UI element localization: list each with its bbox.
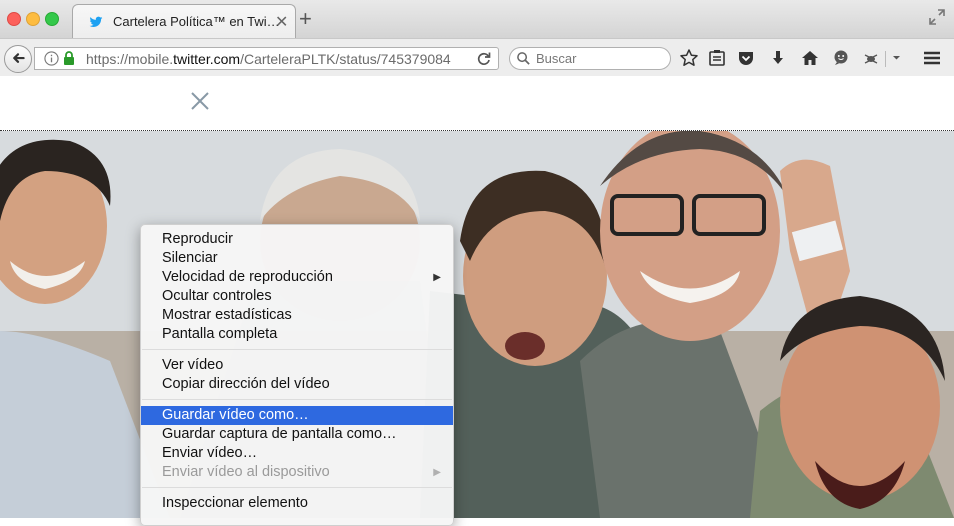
menu-item-play[interactable]: Reproducir — [141, 230, 453, 249]
menu-separator — [142, 399, 452, 400]
close-icon[interactable] — [190, 91, 210, 111]
chevron-down-icon — [893, 56, 900, 60]
bookmark-star-button[interactable] — [678, 47, 700, 69]
close-window-button[interactable] — [7, 12, 21, 26]
search-placeholder: Buscar — [536, 51, 577, 66]
hello-button[interactable] — [830, 47, 852, 69]
menu-item-email-video[interactable]: Enviar vídeo… — [141, 444, 453, 463]
menu-button[interactable] — [921, 47, 943, 69]
bug-icon — [864, 54, 878, 64]
extension-dropdown-button[interactable] — [887, 47, 909, 69]
info-icon[interactable] — [44, 51, 59, 66]
menu-item-copy-video-address[interactable]: Copiar dirección del vídeo — [141, 375, 453, 394]
downloads-button[interactable] — [767, 47, 789, 69]
chat-bubble-icon — [834, 50, 848, 65]
extension-button[interactable] — [860, 47, 882, 69]
search-icon — [517, 52, 530, 65]
menu-item-mute[interactable]: Silenciar — [141, 249, 453, 268]
pocket-icon — [739, 52, 753, 65]
menu-item-show-stats[interactable]: Mostrar estadísticas — [141, 306, 453, 325]
home-icon — [802, 51, 818, 65]
download-arrow-icon — [773, 51, 783, 64]
navigation-toolbar: https://mobile.twitter.com/CarteleraPLTK… — [0, 38, 954, 78]
fullscreen-icon[interactable] — [928, 8, 946, 26]
menu-separator — [142, 487, 452, 488]
toolbar-divider — [885, 51, 886, 67]
submenu-arrow-icon: ▶ — [433, 467, 441, 478]
menu-item-playback-speed[interactable]: Velocidad de reproducción ▶ — [141, 268, 453, 287]
clipboard-icon — [709, 50, 725, 66]
page-header — [0, 76, 954, 130]
pocket-button[interactable] — [735, 47, 757, 69]
tab-close-button[interactable]: ✕ — [275, 12, 288, 32]
menu-item-inspect-element[interactable]: Inspeccionar elemento — [141, 494, 453, 513]
submenu-arrow-icon: ▶ — [433, 272, 441, 283]
menu-item-fullscreen[interactable]: Pantalla completa — [141, 325, 453, 344]
reload-icon[interactable] — [475, 50, 493, 68]
twitter-bird-icon — [89, 16, 103, 28]
menu-item-view-video[interactable]: Ver vídeo — [141, 356, 453, 375]
lock-icon — [64, 51, 74, 65]
tab-active[interactable]: Cartelera Política™ en Twi… ✕ — [72, 4, 296, 39]
zoom-window-button[interactable] — [45, 12, 59, 26]
back-button[interactable] — [4, 45, 32, 73]
menu-item-hide-controls[interactable]: Ocultar controles — [141, 287, 453, 306]
tab-strip: Cartelera Política™ en Twi… ✕ + — [0, 0, 954, 39]
context-menu: Reproducir Silenciar Velocidad de reprod… — [140, 224, 454, 526]
back-arrow-icon — [13, 53, 25, 63]
menu-item-save-video-as[interactable]: Guardar vídeo como… — [141, 406, 453, 425]
star-icon — [680, 49, 698, 66]
reading-list-button[interactable] — [706, 47, 728, 69]
tab-title: Cartelera Política™ en Twi… — [113, 14, 280, 29]
hamburger-menu-icon — [924, 51, 940, 65]
menu-item-send-to-device: Enviar vídeo al dispositivo ▶ — [162, 464, 441, 480]
address-bar[interactable]: https://mobile.twitter.com/CarteleraPLTK… — [34, 47, 499, 70]
new-tab-button[interactable]: + — [299, 6, 312, 32]
home-button[interactable] — [799, 47, 821, 69]
menu-item-save-snapshot-as[interactable]: Guardar captura de pantalla como… — [141, 425, 453, 444]
search-bar[interactable]: Buscar — [509, 47, 671, 70]
minimize-window-button[interactable] — [26, 12, 40, 26]
url-text[interactable]: https://mobile.twitter.com/CarteleraPLTK… — [86, 51, 467, 67]
menu-separator — [142, 349, 452, 350]
